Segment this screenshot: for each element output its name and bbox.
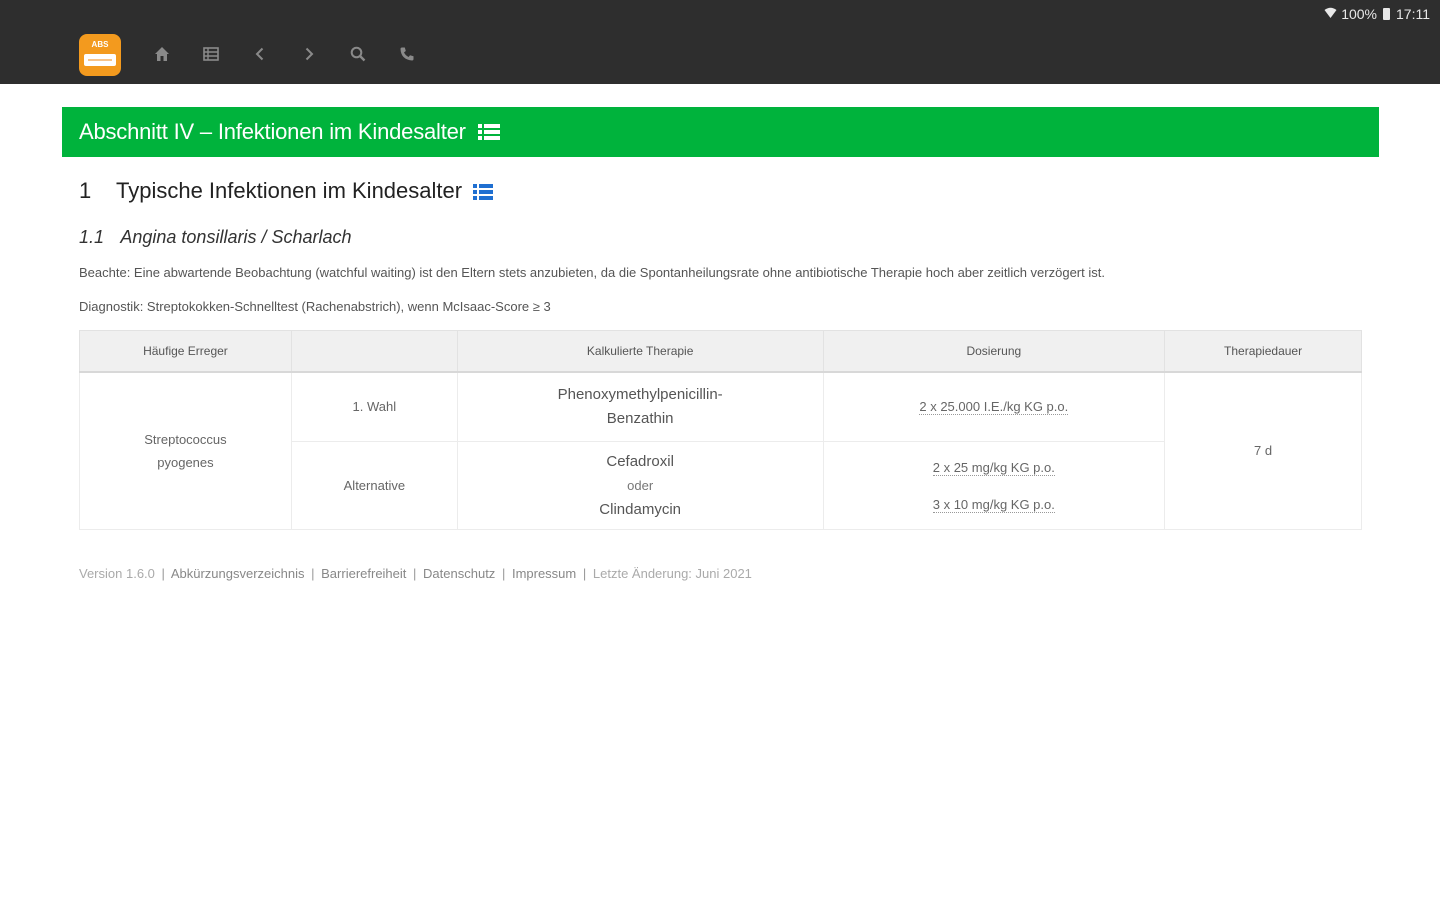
app-bar: 100% 17:11 ABS [0, 0, 1440, 84]
chevron-left-icon[interactable] [248, 40, 272, 68]
link-barrierefreiheit[interactable]: Barrierefreiheit [321, 566, 406, 581]
link-impressum[interactable]: Impressum [512, 566, 576, 581]
therapy-line: Clindamycin [599, 500, 681, 518]
app-logo[interactable]: ABS [79, 34, 121, 76]
chapter-list-icon[interactable] [473, 183, 494, 200]
search-icon[interactable] [346, 40, 370, 68]
chapter-title: Typische Infektionen im Kindesalter [116, 178, 463, 203]
footer: Version 1.6.0 | Abkürzungsverzeichnis | … [79, 566, 752, 581]
section-title: Abschnitt IV – Infektionen im Kindesalte… [79, 119, 466, 144]
therapy-cell: Cefadroxil oder Clindamycin [456, 441, 824, 530]
therapy-line: Phenoxymethylpenicillin- [557, 385, 723, 403]
toc-list-icon[interactable] [477, 123, 500, 141]
dosage-value[interactable]: 2 x 25 mg/kg KG p.o. [932, 459, 1055, 476]
pathogen-cell: Streptococcus pyogenes [79, 371, 292, 530]
app-logo-text: ABS [91, 40, 109, 49]
toolbar-icons [150, 40, 419, 68]
note-beachte: Beachte: Eine abwartende Beobachtung (wa… [79, 265, 1105, 280]
duration-cell: 7 d [1164, 371, 1362, 530]
therapy-cell: Phenoxymethylpenicillin- Benzathin [456, 371, 824, 442]
duration-value: 7 d [1254, 443, 1273, 459]
link-abkuerzungsverzeichnis[interactable]: Abkürzungsverzeichnis [171, 566, 305, 581]
status-bar: 100% 17:11 [1324, 6, 1430, 22]
therapy-line: Cefadroxil [606, 452, 674, 470]
clock: 17:11 [1396, 6, 1430, 22]
dosage-value[interactable]: 3 x 10 mg/kg KG p.o. [932, 496, 1055, 513]
section-banner: Abschnitt IV – Infektionen im Kindesalte… [62, 107, 1379, 157]
subsection-number: 1.1 [79, 227, 105, 247]
link-datenschutz[interactable]: Datenschutz [423, 566, 495, 581]
version-text: Version 1.6.0 [79, 566, 155, 581]
subsection-title: Angina tonsillaris / Scharlach [120, 227, 352, 247]
therapy-line: Benzathin [606, 409, 674, 427]
wifi-icon [1324, 7, 1337, 22]
choice-cell: 1. Wahl [290, 371, 458, 442]
therapy-connector: oder [627, 477, 654, 493]
therapy-table: Häufige Erreger Kalkulierte Therapie Dos… [79, 330, 1362, 530]
last-change-text: Letzte Änderung: Juni 2021 [592, 566, 752, 581]
chapter-number: 1 [79, 178, 92, 203]
home-icon[interactable] [150, 40, 174, 68]
table-header-row: Häufige Erreger Kalkulierte Therapie Dos… [79, 330, 1362, 373]
choice-cell: Alternative [290, 441, 458, 530]
dosage-cell: 2 x 25.000 I.E./kg KG p.o. [822, 371, 1166, 442]
choice-label: 1. Wahl [352, 399, 397, 415]
battery-percent: 100% [1341, 6, 1377, 22]
chevron-right-icon[interactable] [297, 40, 321, 68]
header-duration: Therapiedauer [1164, 330, 1362, 373]
header-therapy: Kalkulierte Therapie [456, 330, 824, 373]
header-dosage: Dosierung [822, 330, 1166, 373]
table-row: Streptococcus pyogenes 1. Wahl Phenoxyme… [79, 371, 1362, 530]
subsection-heading: 1.1 Angina tonsillaris / Scharlach [79, 227, 352, 248]
choice-label: Alternative [343, 478, 406, 493]
note-diagnostik: Diagnostik: Streptokokken-Schnelltest (R… [79, 299, 551, 314]
dosage-cell: 2 x 25 mg/kg KG p.o. 3 x 10 mg/kg KG p.o… [822, 441, 1166, 530]
dosage-value[interactable]: 2 x 25.000 I.E./kg KG p.o. [919, 399, 1069, 416]
pathogen-name: Streptococcus pyogenes [144, 431, 227, 470]
battery-icon [1383, 8, 1390, 20]
list-icon[interactable] [199, 40, 223, 68]
chapter-heading: 1 Typische Infektionen im Kindesalter [79, 178, 494, 204]
header-pathogen: Häufige Erreger [79, 330, 292, 373]
header-choice [290, 330, 458, 373]
phone-icon[interactable] [395, 40, 419, 68]
